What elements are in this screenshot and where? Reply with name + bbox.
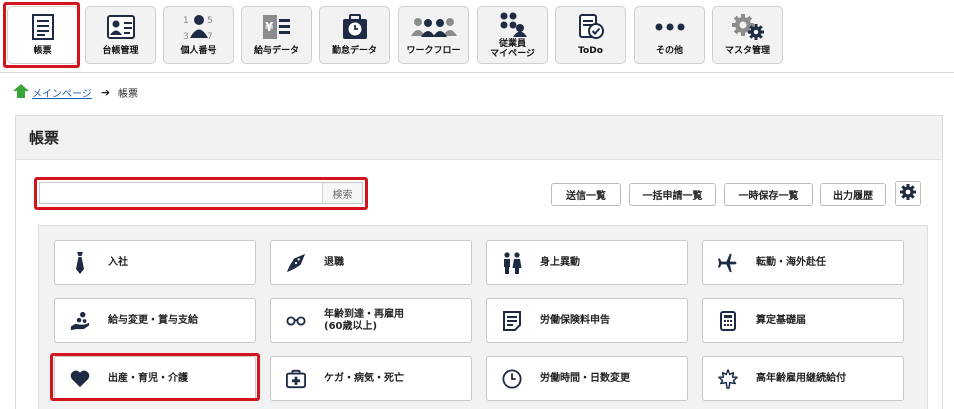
form-card-label: 転勤・海外赴任 — [756, 256, 826, 268]
breadcrumb-home-link[interactable]: メインページ — [32, 85, 92, 100]
nav-personal-number-button[interactable]: 1537 個人番号 — [163, 6, 234, 64]
attendance-clock-icon — [320, 13, 389, 41]
form-card-working-hours[interactable]: 労働時間・日数変更 — [486, 356, 688, 401]
salary-data-icon: ¥ — [242, 13, 311, 41]
nav-label: 従業員 マイページ — [490, 39, 535, 59]
nav-label: マスタ管理 — [724, 46, 770, 56]
page-title: 帳票 — [16, 116, 942, 160]
form-card-resignation[interactable]: 退職 — [270, 240, 472, 285]
form-card-label: 身上異動 — [540, 256, 580, 268]
form-document-icon — [8, 13, 77, 41]
search-input[interactable] — [40, 183, 322, 203]
form-card-label: ケガ・病気・死亡 — [324, 372, 404, 384]
sent-list-button[interactable]: 送信一覧 — [551, 183, 621, 206]
document-lines-icon — [502, 310, 522, 332]
form-card-salary-bonus[interactable]: 給与変更・賞与支給 — [54, 298, 256, 343]
nav-label: 個人番号 — [180, 46, 217, 56]
nav-label: 給与データ — [253, 46, 299, 56]
temp-saved-list-button[interactable]: 一時保存一覧 — [724, 183, 813, 206]
hand-coins-icon — [70, 310, 90, 332]
nav-salary-data-button[interactable]: ¥ 給与データ — [241, 6, 312, 64]
svg-text:3: 3 — [183, 32, 189, 41]
nav-other-button[interactable]: その他 — [634, 6, 705, 64]
form-card-label: 労働時間・日数変更 — [540, 372, 630, 384]
search-button[interactable]: 検索 — [322, 183, 362, 203]
svg-text:¥: ¥ — [265, 20, 274, 34]
form-card-label: 年齢到達・再雇用 (60歳以上) — [324, 308, 404, 332]
first-aid-kit-icon — [286, 368, 306, 390]
bouquet-icon — [286, 252, 306, 274]
form-card-label: 出産・育児・介護 — [108, 372, 188, 384]
form-card-label: 算定基礎届 — [756, 314, 806, 326]
form-card-calculation-base[interactable]: 算定基礎届 — [702, 298, 904, 343]
form-card-injury-illness-death[interactable]: ケガ・病気・死亡 — [270, 356, 472, 401]
breadcrumb: メインページ ➔ 帳票 — [13, 83, 139, 101]
nav-employee-mypage-button[interactable]: 従業員 マイページ — [477, 6, 548, 64]
bulk-apply-list-button[interactable]: 一括申請一覧 — [629, 183, 716, 206]
top-navigation: 帳票 台帳管理 1537 個人番号 ¥ 給与データ 勤怠データ ワークフロー 従… — [0, 0, 954, 73]
form-card-labor-insurance[interactable]: 労働保険料申告 — [486, 298, 688, 343]
nav-master-management-button[interactable]: マスタ管理 — [712, 6, 783, 64]
couple-icon — [502, 251, 522, 274]
airplane-icon — [718, 252, 738, 274]
todo-check-icon — [556, 13, 625, 41]
nav-ledger-button[interactable]: 台帳管理 — [85, 6, 156, 64]
gear-icon — [900, 183, 916, 204]
svg-text:1: 1 — [183, 16, 189, 26]
nav-todo-button[interactable]: ToDo — [555, 6, 626, 64]
nav-attendance-button[interactable]: 勤怠データ — [319, 6, 390, 64]
form-card-personal-change[interactable]: 身上異動 — [486, 240, 688, 285]
nav-label: ToDo — [578, 46, 603, 56]
glasses-icon — [286, 310, 306, 332]
form-card-age-reemployment[interactable]: 年齢到達・再雇用 (60歳以上) — [270, 298, 472, 343]
form-card-label: 給与変更・賞与支給 — [108, 314, 198, 326]
employee-mypage-icon — [478, 10, 547, 38]
output-history-button[interactable]: 出力履歴 — [820, 183, 886, 206]
nav-label: 勤怠データ — [331, 46, 377, 56]
search-bar: 検索 — [39, 182, 363, 204]
personal-number-icon: 1537 — [164, 13, 233, 41]
nav-label: 台帳管理 — [102, 46, 139, 56]
form-card-label: 労働保険料申告 — [540, 314, 610, 326]
necktie-icon — [70, 251, 90, 274]
home-icon — [13, 83, 29, 101]
form-card-childbirth-care[interactable]: 出産・育児・介護 — [54, 356, 256, 401]
maple-leaf-icon — [718, 368, 738, 390]
form-card-elderly-employment-benefit[interactable]: 高年齢雇用継続給付 — [702, 356, 904, 401]
calculator-icon — [718, 310, 738, 332]
workflow-people-icon — [399, 13, 468, 41]
nav-label: ワークフロー — [406, 46, 461, 56]
more-dots-icon — [635, 13, 704, 41]
heart-icon — [70, 368, 90, 390]
settings-button[interactable] — [895, 181, 921, 206]
nav-forms-button[interactable]: 帳票 — [7, 6, 78, 64]
ledger-id-card-icon — [86, 13, 155, 41]
svg-text:7: 7 — [207, 32, 213, 41]
master-settings-gear-icon — [713, 13, 782, 41]
form-card-label: 入社 — [108, 256, 128, 268]
breadcrumb-current: 帳票 — [118, 88, 139, 100]
nav-workflow-button[interactable]: ワークフロー — [398, 6, 469, 64]
form-card-label: 退職 — [324, 256, 344, 268]
form-card-joining[interactable]: 入社 — [54, 240, 256, 285]
nav-label: その他 — [655, 46, 683, 56]
nav-label: 帳票 — [33, 46, 52, 56]
arrow-right-icon: ➔ — [100, 85, 111, 99]
form-card-label: 高年齢雇用継続給付 — [756, 372, 846, 384]
clock-icon — [502, 368, 522, 390]
form-card-transfer-overseas[interactable]: 転勤・海外赴任 — [702, 240, 904, 285]
svg-text:5: 5 — [207, 16, 213, 26]
